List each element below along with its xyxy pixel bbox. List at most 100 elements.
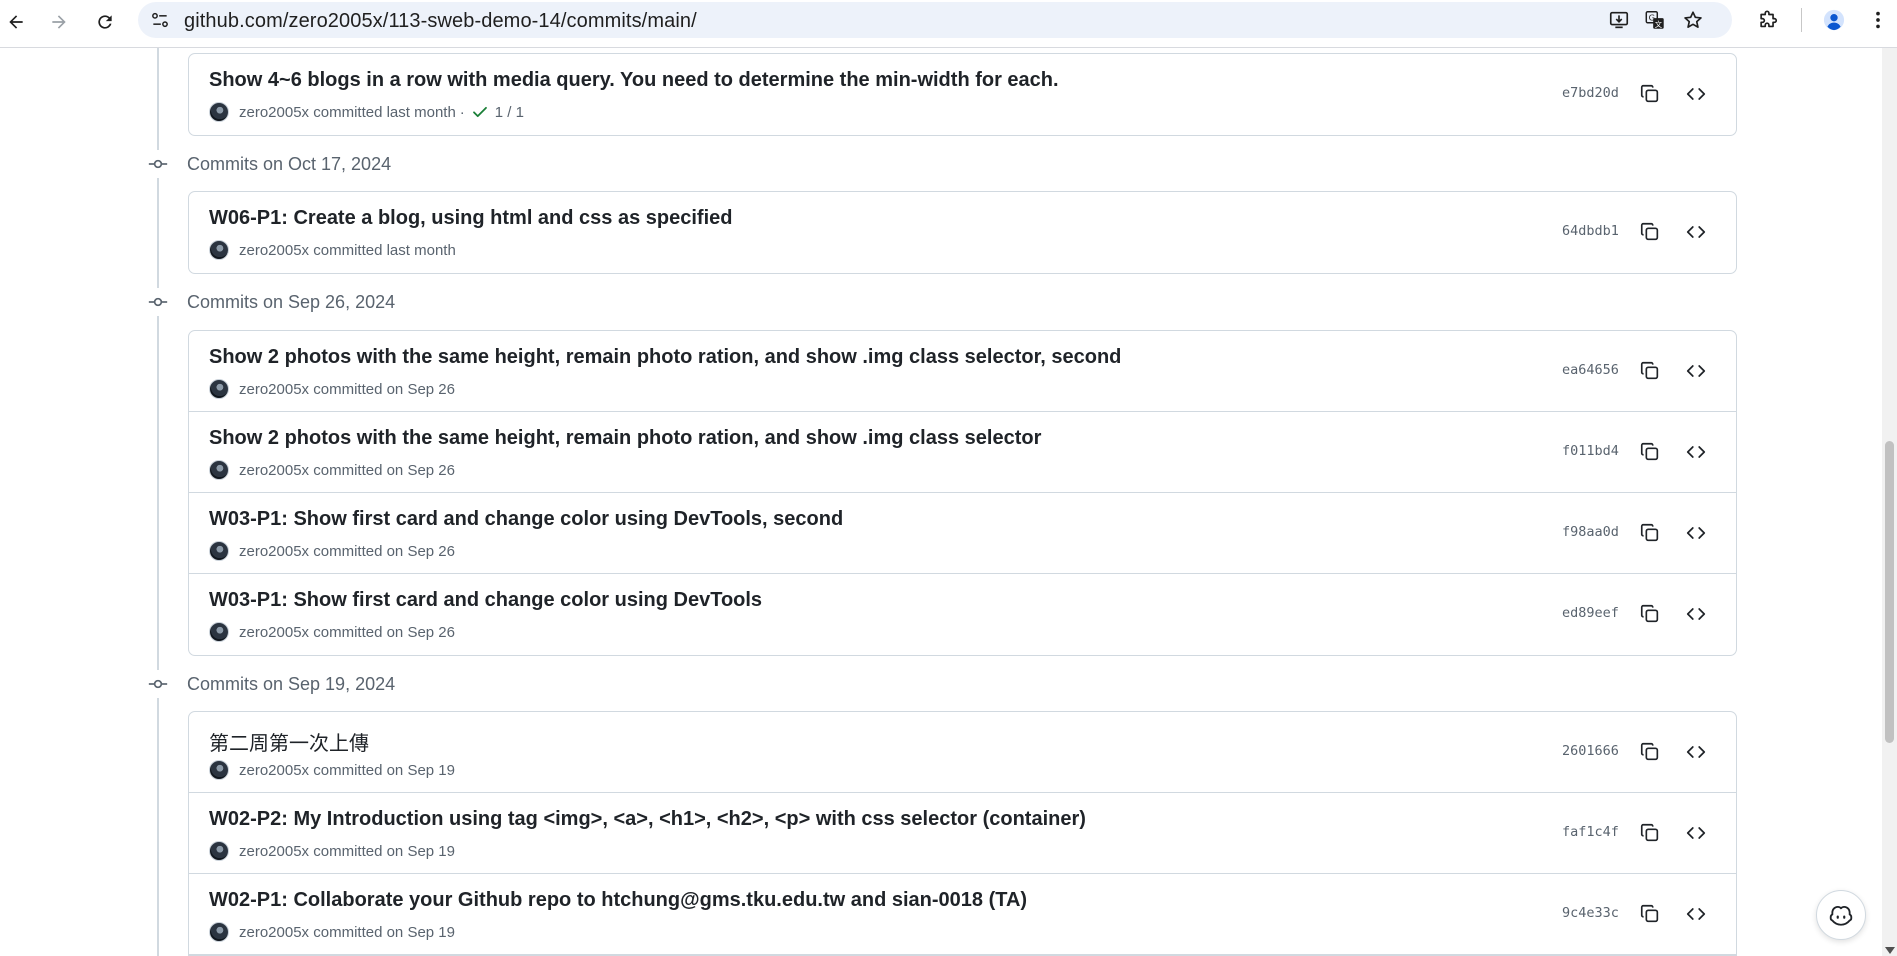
- commit-sha-link[interactable]: 64dbdb1: [1562, 223, 1619, 239]
- commit-sha-link[interactable]: ea64656: [1562, 362, 1619, 378]
- commit-row: W06-P1: Create a blog, using html and cs…: [189, 192, 1736, 273]
- commit-row: Show 2 photos with the same height, rema…: [189, 412, 1736, 493]
- commit-meta: zero2005x committed on Sep 19: [209, 760, 455, 780]
- browse-repo-button[interactable]: [1681, 737, 1711, 767]
- avatar[interactable]: [209, 760, 229, 780]
- browse-repo-button[interactable]: [1681, 899, 1711, 929]
- commit-sha-link[interactable]: f011bd4: [1562, 443, 1619, 459]
- browse-repo-button[interactable]: [1681, 518, 1711, 548]
- commit-author-link[interactable]: zero2005x: [239, 462, 309, 479]
- commit-message-link[interactable]: W02-P2: My Introduction using tag <img>,…: [209, 808, 1086, 831]
- page-scrollbar[interactable]: [1882, 48, 1897, 956]
- avatar[interactable]: [209, 379, 229, 399]
- bookmark-button[interactable]: [1681, 8, 1705, 32]
- browse-repo-button[interactable]: [1681, 599, 1711, 629]
- commit-row: W03-P1: Show first card and change color…: [189, 493, 1736, 574]
- copy-sha-button[interactable]: [1635, 437, 1665, 467]
- translate-button[interactable]: G文: [1643, 8, 1667, 32]
- commit-message-link[interactable]: W06-P1: Create a blog, using html and cs…: [209, 207, 732, 230]
- forward-button[interactable]: [43, 6, 75, 38]
- commit-group-list: 第二周第一次上傳 zero2005x committed on Sep 19 2…: [188, 711, 1737, 956]
- commit-author-link[interactable]: zero2005x: [239, 924, 309, 941]
- commit-author-link[interactable]: zero2005x: [239, 624, 309, 641]
- commit-sha-link[interactable]: f98aa0d: [1562, 524, 1619, 540]
- address-bar[interactable]: github.com/zero2005x/113-sweb-demo-14/co…: [138, 2, 1732, 38]
- browser-toolbar: github.com/zero2005x/113-sweb-demo-14/co…: [0, 0, 1897, 48]
- copy-sha-button[interactable]: [1635, 217, 1665, 247]
- toolbar-divider: [1801, 8, 1802, 32]
- commit-author-link[interactable]: zero2005x: [239, 543, 309, 560]
- commit-time: on Sep 26: [386, 542, 455, 560]
- avatar[interactable]: [209, 460, 229, 480]
- profile-button[interactable]: [1820, 6, 1848, 34]
- copy-sha-button[interactable]: [1635, 818, 1665, 848]
- commit-author-link[interactable]: zero2005x: [239, 762, 309, 779]
- commit-meta: zero2005x committed on Sep 26: [209, 622, 455, 642]
- avatar[interactable]: [209, 102, 229, 122]
- copy-icon: [1640, 442, 1659, 461]
- browse-repo-button[interactable]: [1681, 356, 1711, 386]
- commit-message-link[interactable]: Show 2 photos with the same height, rema…: [209, 346, 1121, 369]
- commit-action: committed: [313, 103, 383, 121]
- copilot-button[interactable]: [1816, 890, 1866, 940]
- more-menu-button[interactable]: [1864, 6, 1892, 34]
- commit-sha-link[interactable]: faf1c4f: [1562, 824, 1619, 840]
- commit-sha-link[interactable]: ed89eef: [1562, 605, 1619, 621]
- commit-time: on Sep 19: [386, 761, 455, 779]
- commit-time: on Sep 26: [386, 623, 455, 641]
- code-icon: [1686, 827, 1706, 839]
- commit-author-link[interactable]: zero2005x: [239, 381, 309, 398]
- commit-group-header: Commits on Sep 26, 2024: [144, 288, 395, 316]
- git-commit-icon: [144, 670, 172, 698]
- commit-sha-link[interactable]: 9c4e33c: [1562, 905, 1619, 921]
- browse-repo-button[interactable]: [1681, 818, 1711, 848]
- commit-group-list: Show 2 photos with the same height, rema…: [188, 330, 1737, 656]
- avatar[interactable]: [209, 240, 229, 260]
- translate-icon: G文: [1645, 11, 1664, 29]
- reload-button[interactable]: [89, 6, 121, 38]
- commit-message-link[interactable]: Show 4~6 blogs in a row with media query…: [209, 69, 1059, 92]
- git-commit-icon: [144, 288, 172, 316]
- install-app-button[interactable]: [1607, 8, 1631, 32]
- back-button[interactable]: [0, 6, 32, 38]
- check-icon[interactable]: [471, 103, 489, 121]
- scrollbar-thumb[interactable]: [1885, 441, 1894, 743]
- commit-message-link[interactable]: W02-P1: Collaborate your Github repo to …: [209, 889, 1027, 912]
- commit-action: committed: [313, 842, 383, 860]
- copy-sha-button[interactable]: [1635, 737, 1665, 767]
- site-settings-icon[interactable]: [150, 10, 170, 30]
- copy-sha-button[interactable]: [1635, 899, 1665, 929]
- commit-message-link[interactable]: 第二周第一次上傳: [209, 727, 369, 756]
- browse-repo-button[interactable]: [1681, 217, 1711, 247]
- avatar[interactable]: [209, 841, 229, 861]
- avatar[interactable]: [209, 541, 229, 561]
- commit-action: committed: [313, 241, 383, 259]
- commit-time: on Sep 26: [386, 380, 455, 398]
- extensions-button[interactable]: [1754, 6, 1782, 34]
- commit-author-link[interactable]: zero2005x: [239, 843, 309, 860]
- commit-sha-link[interactable]: 2601666: [1562, 743, 1619, 759]
- commit-author-link[interactable]: zero2005x: [239, 242, 309, 259]
- avatar[interactable]: [209, 922, 229, 942]
- copy-sha-button[interactable]: [1635, 518, 1665, 548]
- commit-action: committed: [313, 761, 383, 779]
- avatar[interactable]: [209, 622, 229, 642]
- commit-message-link[interactable]: Show 2 photos with the same height, rema…: [209, 427, 1041, 450]
- commit-group-list: Show 4~6 blogs in a row with media query…: [188, 53, 1737, 136]
- browse-repo-button[interactable]: [1681, 437, 1711, 467]
- browse-repo-button[interactable]: [1681, 79, 1711, 109]
- copy-sha-button[interactable]: [1635, 356, 1665, 386]
- code-icon: [1686, 908, 1706, 920]
- copy-icon: [1640, 523, 1659, 542]
- copy-sha-button[interactable]: [1635, 79, 1665, 109]
- commit-author-link[interactable]: zero2005x: [239, 104, 309, 121]
- copy-sha-button[interactable]: [1635, 599, 1665, 629]
- commit-message-link[interactable]: W03-P1: Show first card and change color…: [209, 508, 843, 531]
- url-text[interactable]: github.com/zero2005x/113-sweb-demo-14/co…: [184, 10, 697, 33]
- copy-icon: [1640, 361, 1659, 380]
- meta-separator: ·: [459, 103, 465, 121]
- commit-message-link[interactable]: W03-P1: Show first card and change color…: [209, 589, 762, 612]
- commit-sha-link[interactable]: e7bd20d: [1562, 85, 1619, 101]
- checks-count[interactable]: 1 / 1: [495, 104, 524, 121]
- scroll-down-arrow-icon[interactable]: [1885, 947, 1895, 954]
